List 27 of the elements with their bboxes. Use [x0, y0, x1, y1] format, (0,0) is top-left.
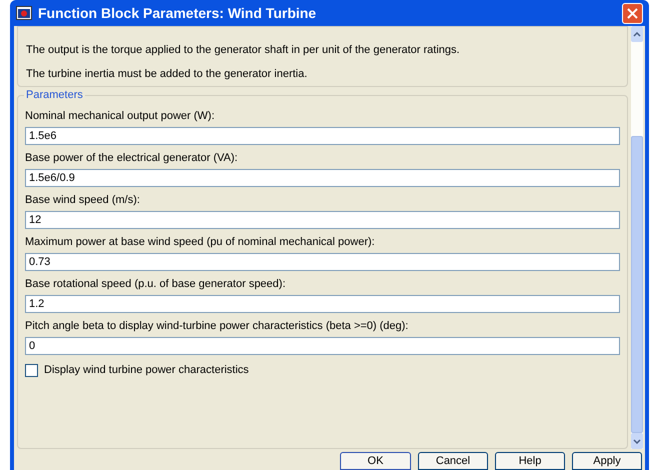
window-title: Function Block Parameters: Wind Turbine	[38, 4, 318, 22]
scrollbar[interactable]	[631, 26, 643, 449]
close-button[interactable]	[622, 3, 643, 24]
field-label: Base rotational speed (p.u. of base generator speed):	[25, 277, 286, 291]
input-field[interactable]: 12	[25, 211, 620, 229]
input-field[interactable]: 1.2	[25, 295, 620, 313]
field-label: Base power of the electrical generator (VA):	[25, 151, 238, 165]
dialog-button[interactable]: Cancel	[418, 452, 488, 470]
description-text: The output is the torque applied to the generator shaft in per unit of the generator ratings.	[26, 44, 461, 57]
input-field[interactable]: 0	[25, 337, 620, 355]
description-text: The turbine inertia must be added to the generator inertia.	[26, 68, 308, 81]
input-field[interactable]: 1.5e6/0.9	[25, 169, 620, 187]
dialog-button[interactable]: OK	[340, 452, 411, 470]
input-field[interactable]: 0.73	[25, 253, 620, 271]
close-icon	[627, 8, 638, 19]
scroll-up-icon[interactable]	[633, 32, 641, 36]
block-icon	[16, 6, 32, 20]
field-label: Maximum power at base wind speed (pu of nominal mechanical power):	[25, 235, 375, 249]
checkbox[interactable]	[25, 364, 38, 377]
dialog-button[interactable]: Help	[495, 452, 565, 470]
field-label: Nominal mechanical output power (W):	[25, 109, 215, 123]
checkbox-label: Display wind turbine power characteristics	[44, 363, 249, 378]
dialog-button[interactable]: Apply	[572, 452, 642, 470]
scroll-down-icon[interactable]	[633, 438, 641, 444]
field-label: Base wind speed (m/s):	[25, 193, 140, 207]
field-label: Pitch angle beta to display wind-turbine power characteristics (beta >=0) (deg):	[25, 319, 408, 333]
input-field[interactable]: 1.5e6	[25, 127, 620, 145]
